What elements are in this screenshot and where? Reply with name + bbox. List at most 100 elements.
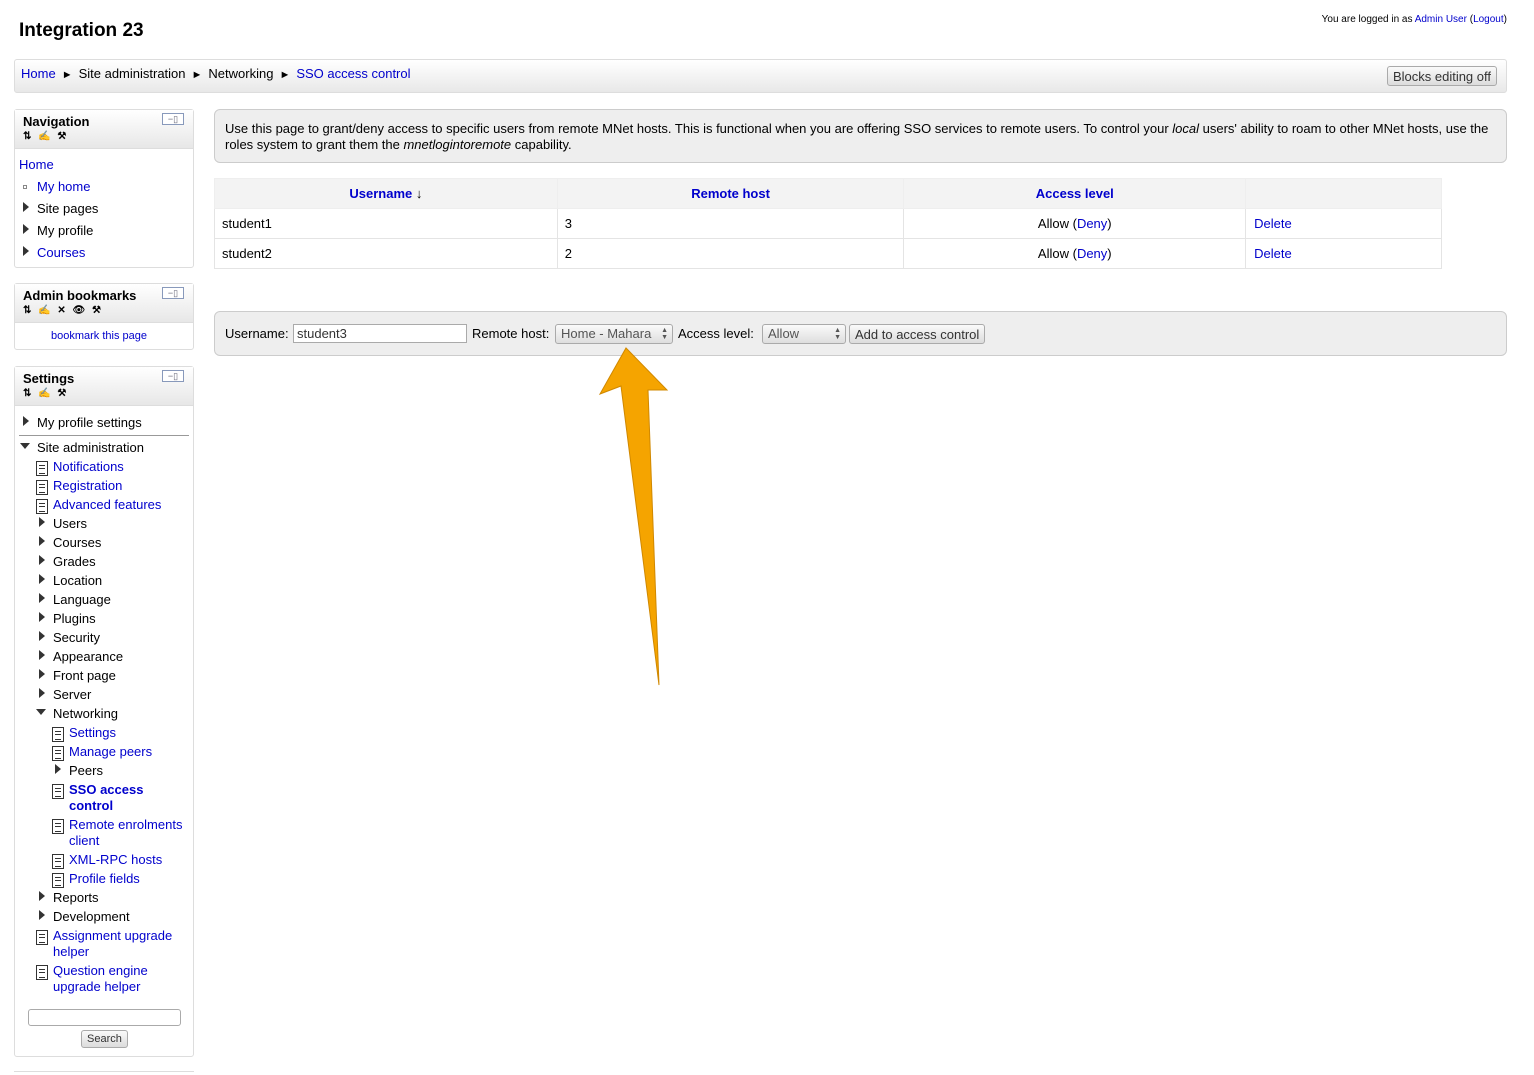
breadcrumb-sso[interactable]: SSO access control <box>296 66 410 81</box>
expand-icon[interactable] <box>39 517 45 527</box>
admin-grades[interactable]: Grades <box>53 554 96 570</box>
page-icon <box>36 461 48 476</box>
access-level-select[interactable]: Allow ▲ ▼ <box>762 324 846 344</box>
block-controls-icon[interactable]: ⇅ ✍ ✕ 👁 ⚒ <box>23 305 103 316</box>
admin-security[interactable]: Security <box>53 630 100 646</box>
nav-courses[interactable]: Courses <box>37 245 85 261</box>
action-cell: Delete <box>1245 208 1442 239</box>
access-level-column-header[interactable]: Access level <box>903 178 1247 209</box>
deny-link[interactable]: Deny <box>1077 246 1107 261</box>
admin-courses[interactable]: Courses <box>53 535 101 551</box>
expand-icon[interactable] <box>39 555 45 565</box>
collapse-icon[interactable]: −▯ <box>162 287 184 299</box>
navigation-block-header: Navigation ⇅ ✍ ⚒ −▯ <box>15 110 193 149</box>
settings-block-header: Settings ⇅ ✍ ⚒ −▯ <box>15 367 193 406</box>
admin-plugins[interactable]: Plugins <box>53 611 96 627</box>
admin-networking[interactable]: Networking <box>53 706 118 722</box>
username-input[interactable] <box>293 324 467 343</box>
collapse-icon[interactable]: −▯ <box>162 370 184 382</box>
page-icon <box>36 930 48 945</box>
admin-reports[interactable]: Reports <box>53 890 99 906</box>
navbar: Home ► Site administration ► Networking ► SSO … <box>14 59 1507 93</box>
actions-column-header <box>1245 178 1442 209</box>
networking-sso-access-control[interactable]: SSO access <box>69 782 143 798</box>
delete-link[interactable]: Delete <box>1254 216 1292 231</box>
networking-manage-peers[interactable]: Manage peers <box>69 744 152 760</box>
expand-icon[interactable] <box>39 688 45 698</box>
nav-my-home[interactable]: My home <box>37 179 90 195</box>
expand-icon[interactable] <box>39 612 45 622</box>
user-link[interactable]: Admin User <box>1415 14 1467 25</box>
page-icon <box>52 727 64 742</box>
expand-icon[interactable] <box>23 246 29 256</box>
nav-my-profile[interactable]: My profile <box>37 223 93 239</box>
username-column-header[interactable]: Username ↓ <box>214 178 558 209</box>
remote-host-column-header[interactable]: Remote host <box>556 178 905 209</box>
admin-appearance[interactable]: Appearance <box>53 649 123 665</box>
expand-icon[interactable] <box>23 202 29 212</box>
bookmark-this-page-link[interactable]: bookmark this page <box>51 328 147 344</box>
networking-profile-fields[interactable]: Profile fields <box>69 871 140 887</box>
expand-icon[interactable] <box>23 224 29 234</box>
networking-settings[interactable]: Settings <box>69 725 116 741</box>
access-cell: Allow (Deny) <box>903 238 1247 269</box>
admin-development[interactable]: Development <box>53 909 130 925</box>
admin-front-page[interactable]: Front page <box>53 668 116 684</box>
navigation-block: Navigation ⇅ ✍ ⚒ −▯ Home My home Site pa… <box>14 109 194 268</box>
admin-notifications[interactable]: Notifications <box>53 459 124 475</box>
logout-link[interactable]: Logout <box>1473 14 1504 25</box>
admin-language[interactable]: Language <box>53 592 111 608</box>
networking-remote-enrolments[interactable]: Remote enrolments <box>69 817 182 833</box>
breadcrumb: Home ► Site administration ► Networking ► SSO … <box>21 66 411 81</box>
expand-icon[interactable] <box>39 891 45 901</box>
admin-registration[interactable]: Registration <box>53 478 122 494</box>
deny-link[interactable]: Deny <box>1077 216 1107 231</box>
select-arrows-icon: ▲ ▼ <box>834 327 841 341</box>
expand-icon[interactable] <box>55 764 61 774</box>
admin-search-input[interactable] <box>28 1009 181 1026</box>
expand-icon[interactable] <box>39 669 45 679</box>
networking-xmlrpc-hosts[interactable]: XML-RPC hosts <box>69 852 162 868</box>
expand-icon[interactable] <box>39 650 45 660</box>
admin-users[interactable]: Users <box>53 516 87 532</box>
admin-search-button[interactable]: Search <box>81 1030 128 1048</box>
collapse-icon[interactable]: −▯ <box>162 113 184 125</box>
collapse-tree-icon[interactable] <box>20 443 30 449</box>
breadcrumb-separator: ► <box>191 69 203 81</box>
delete-link[interactable]: Delete <box>1254 246 1292 261</box>
block-controls-icon[interactable]: ⇅ ✍ ⚒ <box>23 131 68 142</box>
networking-peers[interactable]: Peers <box>69 763 103 779</box>
nav-site-pages[interactable]: Site pages <box>37 201 98 217</box>
username-cell: student2 <box>214 238 558 269</box>
networking-remote-enrolments-cont[interactable]: client <box>69 833 99 849</box>
blocks-editing-button[interactable]: Blocks editing off <box>1386 66 1497 86</box>
block-controls-icon[interactable]: ⇅ ✍ ⚒ <box>23 388 68 399</box>
admin-advanced-features[interactable]: Advanced features <box>53 497 161 513</box>
add-to-access-control-button[interactable]: Add to access control <box>849 324 986 344</box>
breadcrumb-separator: ► <box>279 69 291 81</box>
admin-server[interactable]: Server <box>53 687 91 703</box>
expand-icon[interactable] <box>39 910 45 920</box>
annotation-arrow <box>598 347 669 686</box>
table-row: student1 3 Allow (Deny) Delete <box>214 208 1442 239</box>
networking-sso-access-control-cont[interactable]: control <box>69 798 113 814</box>
expand-icon[interactable] <box>39 536 45 546</box>
site-administration[interactable]: Site administration <box>37 440 144 456</box>
expand-icon[interactable] <box>39 574 45 584</box>
nav-home[interactable]: Home <box>19 157 54 173</box>
page-icon <box>52 784 64 799</box>
add-access-form: Username: Remote host: Home - Mahara▲▼ A… <box>214 311 1507 356</box>
admin-location[interactable]: Location <box>53 573 102 589</box>
admin-assignment-upgrade[interactable]: Assignment upgrade <box>53 928 172 944</box>
collapse-tree-icon[interactable] <box>36 709 46 715</box>
admin-assignment-upgrade-cont[interactable]: helper <box>53 944 89 960</box>
expand-icon[interactable] <box>39 593 45 603</box>
next-block-edge <box>14 1071 194 1072</box>
admin-question-engine-cont[interactable]: upgrade helper <box>53 979 140 995</box>
admin-question-engine[interactable]: Question engine <box>53 963 148 979</box>
site-title: Integration 23 <box>19 20 144 41</box>
expand-icon[interactable] <box>23 416 29 426</box>
expand-icon[interactable] <box>39 631 45 641</box>
my-profile-settings[interactable]: My profile settings <box>37 415 142 431</box>
breadcrumb-home[interactable]: Home <box>21 66 56 81</box>
